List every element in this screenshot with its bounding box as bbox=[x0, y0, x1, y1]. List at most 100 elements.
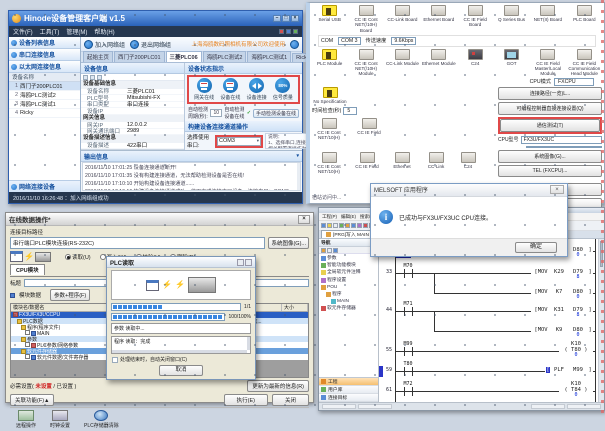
sidebar-section-serial[interactable]: 串口连接信息 bbox=[9, 49, 80, 61]
plc-if-cciefield-master[interactable]: CC IE Field Master/Local Module bbox=[530, 49, 565, 77]
coexist-c24[interactable]: C24 bbox=[456, 152, 480, 175]
pc-if-ccie-board[interactable]: CC IE Cont NET(/10H) Board bbox=[348, 5, 383, 33]
instruction-mov[interactable]: [MOVK31D79]8 bbox=[531, 307, 593, 319]
menubar-icon[interactable] bbox=[293, 29, 298, 34]
sidebar-section-devices[interactable]: 设备列表信息 bbox=[9, 37, 80, 49]
progress-titlebar[interactable]: PLC读取 bbox=[107, 257, 255, 268]
stack-tab-connection[interactable]: 连接目标 bbox=[319, 394, 378, 402]
toolbar-icon[interactable] bbox=[333, 223, 338, 228]
param-program-button[interactable]: 参数+程序(F) bbox=[50, 289, 90, 301]
nav-toolbar-icon[interactable] bbox=[327, 248, 332, 253]
list-hscrollbar[interactable] bbox=[112, 350, 247, 353]
plc-if-ccie-module[interactable]: CC IE Cont NET(/10H) Module bbox=[348, 49, 383, 77]
menu-tools[interactable]: 工具(T) bbox=[40, 27, 60, 36]
close-button[interactable]: 关闭 bbox=[272, 394, 309, 406]
coexist-ethernet[interactable]: Ethernet bbox=[388, 152, 416, 175]
toolbar-icon[interactable] bbox=[321, 223, 326, 228]
speed-value[interactable]: 9.6Kbps bbox=[391, 37, 416, 45]
grid-view-icon[interactable] bbox=[83, 75, 88, 80]
menu-file[interactable]: 文件(F) bbox=[13, 27, 33, 36]
progress-cancel-button[interactable]: 取消 bbox=[159, 365, 203, 376]
contact[interactable] bbox=[404, 269, 413, 278]
progress-log-list[interactable]: 程序 读取：完成 bbox=[111, 336, 251, 354]
toolbar-icon[interactable] bbox=[345, 223, 350, 228]
toolbar-icon[interactable] bbox=[327, 223, 332, 228]
sidebar-section-ethernet[interactable]: 以太网连接信息 bbox=[9, 61, 80, 73]
toolbar-icon[interactable] bbox=[339, 223, 344, 228]
connection-path-list-button[interactable]: 连接路径(一览)L... bbox=[498, 87, 602, 100]
pc-if-qbus[interactable]: Q Series Bus bbox=[494, 5, 529, 33]
contact[interactable] bbox=[404, 387, 413, 396]
log-scrollbar[interactable] bbox=[297, 163, 300, 190]
menu-project[interactable]: 工程(P) bbox=[322, 214, 337, 220]
maximize-button[interactable]: □ bbox=[282, 15, 290, 22]
melsoft-ok-button[interactable]: 确定 bbox=[515, 242, 557, 253]
list-vscrollbar[interactable] bbox=[247, 337, 250, 350]
close-icon[interactable]: × bbox=[298, 215, 310, 224]
tab-cpu-module[interactable]: CPU模块 bbox=[10, 264, 45, 275]
pc-if-cclink-board[interactable]: CC-Link Board bbox=[385, 5, 420, 33]
device-list-item[interactable]: 4Ricky bbox=[9, 109, 80, 118]
pc-if-net2-board[interactable]: NET(II) Board bbox=[530, 5, 565, 33]
plc-if-module[interactable]: PLC Module bbox=[312, 49, 347, 77]
pc-if-plc-board[interactable]: PLC Board bbox=[567, 5, 602, 33]
ladder-editor[interactable]: [MOVK8D80]0 33 M70 [MOVK29D79]8 [MOVK7D8… bbox=[379, 239, 604, 402]
refresh-button[interactable]: 更新为最新的信息(R) bbox=[247, 380, 309, 392]
row-checkbox[interactable] bbox=[25, 330, 30, 335]
tab-test2[interactable]: 海鸥PLC测试2 bbox=[203, 51, 247, 62]
join-network-button[interactable]: 加入网络组 bbox=[84, 40, 125, 49]
tab-siemens[interactable]: 西门子200PLC01 bbox=[114, 51, 165, 62]
plc-if-cciefield-head[interactable]: CC IE Field Communication Head Module bbox=[567, 49, 602, 77]
menubar-icon[interactable] bbox=[286, 29, 291, 34]
radio-read[interactable]: 读取(U) bbox=[65, 253, 91, 261]
plc-if-got[interactable]: GOT bbox=[494, 49, 529, 77]
project-tree[interactable]: 参数 智能功能模块 全局软元件注释 程序设置 POU 程序 MAIN 软元件存储… bbox=[319, 254, 378, 377]
toolbar-extra-icon[interactable] bbox=[290, 40, 299, 49]
pc-if-ethernet-board[interactable]: Ethernet Board bbox=[421, 5, 456, 33]
close-icon[interactable] bbox=[245, 259, 252, 266]
menu-manage[interactable]: 管理(M) bbox=[66, 27, 87, 36]
coexist-ccie-field[interactable]: CC IE Field bbox=[352, 152, 382, 175]
device-list-item[interactable]: 2海鸥PLC测试2 bbox=[9, 91, 80, 100]
related-functions-button[interactable]: 关联功能(F)▲ bbox=[10, 394, 54, 406]
menu-edit[interactable]: 编辑(E) bbox=[341, 214, 356, 220]
close-icon[interactable]: × bbox=[550, 185, 564, 194]
plc-if-ethernet-module[interactable]: Ethernet Module bbox=[421, 49, 456, 77]
sidebar-footer-network-devices[interactable]: 网络连接设备 bbox=[9, 180, 80, 192]
coexist-ccie-cont[interactable]: CC IE Cont NET/10(H) bbox=[312, 152, 346, 175]
manual-detect-button[interactable]: 手动检测设备在线 bbox=[253, 109, 299, 118]
category-icon[interactable] bbox=[97, 75, 102, 80]
minimize-icon[interactable] bbox=[237, 259, 244, 266]
exit-network-button[interactable]: 退出网络组 bbox=[130, 40, 171, 49]
device-list-item[interactable]: 3海鸥PLC测试1 bbox=[9, 100, 80, 109]
minimize-button[interactable]: – bbox=[273, 15, 281, 22]
ladder-scrollbar[interactable] bbox=[598, 239, 604, 402]
communication-test-button[interactable]: 通信测试(T) bbox=[500, 119, 600, 132]
tel-button[interactable]: TEL (FXCPU)... bbox=[498, 165, 602, 177]
hinode-titlebar[interactable]: Hinode设备管理客户端 v1.5 – □ × bbox=[9, 11, 302, 26]
sort-icon[interactable] bbox=[90, 75, 95, 80]
melsoft-titlebar[interactable]: MELSOFT 应用程序 × bbox=[371, 184, 567, 197]
timer-coil[interactable]: K10( T84 )0 bbox=[559, 381, 593, 399]
row-checkbox[interactable] bbox=[25, 354, 30, 359]
pc-if-serial-usb[interactable]: Serial USB bbox=[312, 5, 347, 33]
device-list-item[interactable]: 1西门子200PLC01 bbox=[9, 82, 80, 91]
port-combo[interactable]: COM3▾ bbox=[217, 137, 261, 146]
instruction-plf[interactable]: [PLFM99] bbox=[545, 367, 593, 373]
auto-detect-check[interactable]: ✓ bbox=[247, 110, 251, 116]
document-tab-main[interactable]: [PRG]写入 MAIN bbox=[321, 230, 374, 238]
direct-connection-button[interactable]: 可编程控制器直接连接设置(Q) bbox=[498, 102, 602, 115]
close-button[interactable]: × bbox=[291, 15, 299, 22]
instruction-mov[interactable]: [MOVK7D80]0 bbox=[531, 289, 593, 301]
toolbar-icon[interactable] bbox=[363, 223, 368, 228]
nav-toolbar-icon[interactable] bbox=[321, 248, 326, 253]
plc-memory-clear-item[interactable]: PLC存储器清除 bbox=[84, 410, 119, 429]
toolbar-icon[interactable] bbox=[351, 223, 356, 228]
row-checkbox[interactable] bbox=[25, 342, 30, 347]
output-log[interactable]: 2016/11/10 17:01:25 设备连接通道断开! 2016/11/10… bbox=[82, 162, 301, 191]
nav-toolbar-icon[interactable] bbox=[333, 248, 338, 253]
online-titlebar[interactable]: 在线数据操作* × bbox=[6, 213, 313, 226]
detect-period-value[interactable]: 10 bbox=[210, 109, 222, 117]
tab-test1[interactable]: 海鸥PLC测试1 bbox=[247, 51, 291, 62]
menu-help[interactable]: 帮助(H) bbox=[94, 27, 114, 36]
